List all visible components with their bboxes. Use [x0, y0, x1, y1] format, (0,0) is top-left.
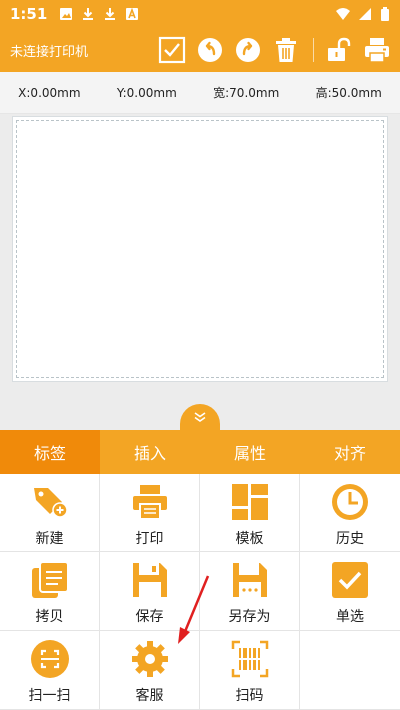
app-bar: 未连接打印机	[0, 28, 400, 72]
history-icon	[330, 482, 370, 522]
barcode-scan-button[interactable]: 扫码	[200, 631, 300, 710]
download-notification-icon	[83, 8, 94, 20]
copy-label: 拷贝	[35, 609, 64, 625]
collapse-panel-button[interactable]	[180, 404, 220, 430]
new-button[interactable]: 新建	[0, 474, 100, 552]
select-all-button[interactable]	[157, 35, 187, 65]
new-tag-icon	[30, 482, 70, 522]
barcode-scan-label: 扫码	[235, 688, 264, 704]
delete-button[interactable]	[271, 35, 301, 65]
redo-button[interactable]	[233, 35, 263, 65]
single-select-label: 单选	[336, 609, 364, 625]
empty-grid-cell	[300, 631, 400, 710]
battery-icon	[381, 7, 389, 21]
save-label: 保存	[135, 609, 164, 625]
template-button[interactable]: 模板	[200, 474, 300, 552]
scan-label: 扫一扫	[28, 688, 71, 704]
print-icon	[130, 482, 170, 522]
wifi-icon	[336, 8, 350, 20]
customer-service-label: 客服	[135, 688, 164, 704]
image-notification-icon	[60, 8, 73, 20]
checkbox-icon	[158, 36, 186, 64]
printer-status-title[interactable]: 未连接打印机	[10, 41, 88, 60]
signal-icon	[359, 8, 371, 20]
customer-service-button[interactable]: 客服	[100, 631, 200, 710]
toolbar-divider	[313, 38, 314, 62]
app-notification-icon	[126, 7, 139, 20]
history-label: 历史	[336, 531, 364, 547]
editor-canvas-area	[0, 114, 400, 430]
label-width: 宽:70.0mm	[213, 86, 280, 100]
tab-label[interactable]: 标签	[0, 430, 100, 474]
bottom-tab-bar: 标签 插入 属性 对齐	[0, 430, 400, 474]
download-notification-icon-2	[105, 8, 116, 20]
status-bar: 1:51	[0, 0, 400, 28]
printer-icon	[365, 38, 389, 63]
new-label: 新建	[35, 531, 64, 547]
single-select-button[interactable]: 单选	[300, 552, 400, 631]
redo-icon	[236, 38, 260, 62]
tab-insert[interactable]: 插入	[100, 430, 200, 474]
print-toolbar-button[interactable]	[362, 35, 392, 65]
save-button[interactable]: 保存	[100, 552, 200, 631]
copy-icon	[30, 560, 70, 600]
save-as-icon	[230, 560, 270, 600]
undo-icon	[198, 38, 222, 62]
barcode-scan-icon	[230, 639, 270, 679]
save-as-label: 另存为	[228, 609, 271, 625]
history-button[interactable]: 历史	[300, 474, 400, 552]
settings-gear-icon	[130, 639, 170, 679]
tab-properties-text: 属性	[233, 444, 266, 463]
scan-icon	[30, 639, 70, 679]
trash-icon	[276, 38, 296, 62]
save-icon	[130, 560, 170, 600]
copy-button[interactable]: 拷贝	[0, 552, 100, 631]
coordinate-bar: X:0.00mm Y:0.00mm 宽:70.0mm 高:50.0mm	[0, 72, 400, 114]
template-icon	[230, 482, 270, 522]
tab-properties[interactable]: 属性	[200, 430, 300, 474]
unlock-icon	[328, 37, 351, 61]
chevron-down-icon	[194, 412, 206, 422]
unlock-button[interactable]	[324, 35, 354, 65]
status-time: 1:51	[10, 5, 48, 23]
template-label: 模板	[235, 531, 264, 547]
tab-insert-text: 插入	[133, 444, 166, 463]
label-height: 高:50.0mm	[315, 86, 382, 100]
label-canvas[interactable]	[12, 116, 388, 382]
tab-align[interactable]: 对齐	[300, 430, 400, 474]
y-coordinate: Y:0.00mm	[116, 85, 177, 100]
tab-label-text: 标签	[33, 444, 66, 463]
function-grid: 新建 打印 模板 历史 拷贝 保存 另存为 单选 扫一扫 客服 扫码	[0, 474, 400, 710]
print-button[interactable]: 打印	[100, 474, 200, 552]
label-printable-area	[16, 120, 384, 378]
x-coordinate: X:0.00mm	[18, 85, 81, 100]
save-as-button[interactable]: 另存为	[200, 552, 300, 631]
single-select-icon	[330, 560, 370, 600]
scan-button[interactable]: 扫一扫	[0, 631, 100, 710]
tab-align-text: 对齐	[333, 444, 366, 463]
toolbar	[149, 28, 392, 72]
print-label: 打印	[135, 531, 164, 547]
undo-button[interactable]	[195, 35, 225, 65]
